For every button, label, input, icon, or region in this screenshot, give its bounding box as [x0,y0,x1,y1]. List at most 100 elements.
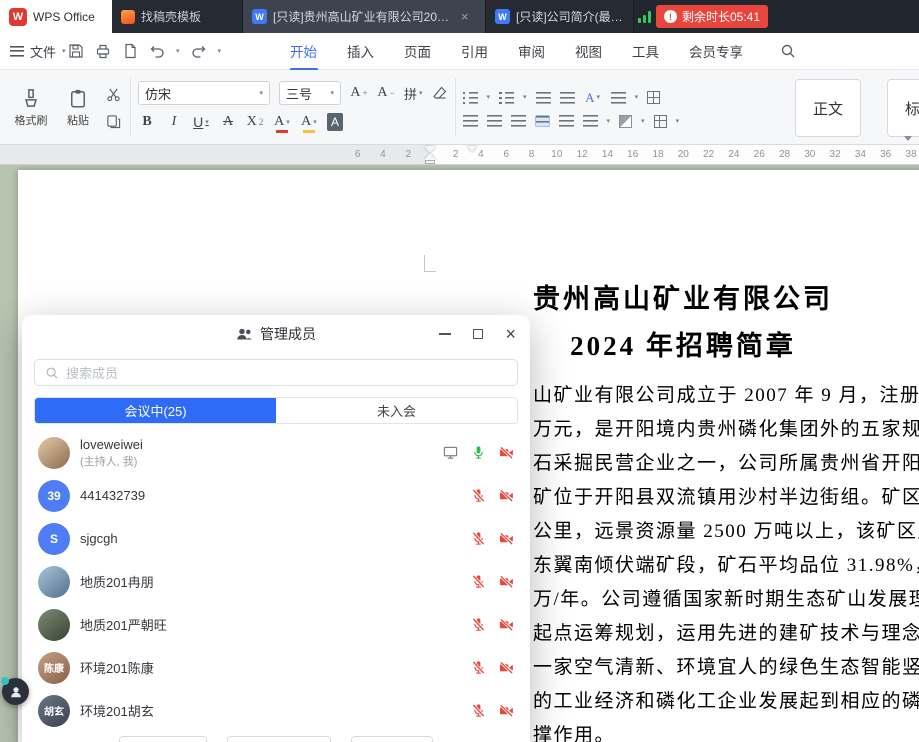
text-effects-button[interactable]: A▾ [584,87,602,109]
distribute-button[interactable] [559,115,574,127]
tab-tools[interactable]: 工具 [630,31,661,71]
underline-button[interactable]: U▾ [192,111,210,133]
cut-icon[interactable] [106,87,121,102]
camera-off-icon[interactable] [499,531,514,546]
increase-indent-button[interactable] [560,92,575,104]
insert-table-icon[interactable] [647,91,660,104]
tab-page[interactable]: 页面 [402,31,433,71]
indent-box-marker[interactable] [425,160,435,164]
numbered-list-dropdown-icon[interactable]: ▾ [523,94,527,101]
mic-off-icon[interactable] [471,660,486,675]
camera-off-icon[interactable] [499,445,514,460]
dialog-footer-button-1[interactable] [119,736,207,742]
text-direction-button[interactable] [611,92,626,104]
dialog-footer-button-2[interactable] [227,736,331,742]
search-icon[interactable] [780,43,796,59]
tab-insert[interactable]: 插入 [345,31,376,71]
style-normal[interactable]: 正文 [795,79,861,137]
tab-start[interactable]: 开始 [288,31,319,71]
shrink-font-button[interactable]: A− [377,82,395,104]
camera-off-icon[interactable] [499,488,514,503]
italic-button[interactable]: I [165,111,183,133]
tab-document-2[interactable]: W [只读]公司简介(最终)... [486,0,634,33]
mic-off-icon[interactable] [471,617,486,632]
align-center-button[interactable] [487,115,502,127]
member-row[interactable]: loveweiwei (主持人, 我) [22,431,530,474]
shading-dropdown-icon[interactable]: ▾ [641,118,645,125]
first-line-indent-marker[interactable] [467,146,477,152]
print-icon[interactable] [95,43,111,59]
member-row[interactable]: 陈康 环境201陈康 [22,646,530,689]
camera-off-icon[interactable] [499,617,514,632]
maximize-icon[interactable] [473,329,483,339]
close-icon[interactable]: × [505,325,516,343]
font-color-button[interactable]: A▾ [273,111,291,133]
clear-format-eraser-icon[interactable] [432,85,448,101]
undo-icon[interactable] [149,43,165,59]
decrease-indent-button[interactable] [536,92,551,104]
undo-dropdown-icon[interactable]: ▾ [176,48,180,55]
line-spacing-dropdown-icon[interactable]: ▾ [607,118,611,125]
pinyin-guide-button[interactable]: 拼▾ [404,82,423,104]
member-row[interactable]: 地质201严朝旺 [22,603,530,646]
mic-off-icon[interactable] [471,703,486,718]
tab-membership[interactable]: 会员专享 [687,31,745,71]
text-direction-dropdown-icon[interactable]: ▾ [635,94,639,101]
tab-document-active[interactable]: W [只读]贵州高山矿业有限公司2024... × [243,0,486,33]
shading-color-button[interactable] [619,115,632,128]
mic-off-icon[interactable] [471,574,486,589]
bullet-list-button[interactable] [463,92,478,104]
align-left-button[interactable] [463,115,478,127]
mic-off-icon[interactable] [471,531,486,546]
camera-off-icon[interactable] [499,703,514,718]
tab-view[interactable]: 视图 [573,31,604,71]
camera-off-icon[interactable] [499,660,514,675]
font-name-select[interactable]: 仿宋 ▾ [138,81,270,105]
horizontal-ruler[interactable]: 642 2468101214161820222426283032343638 [0,145,919,165]
highlight-color-button[interactable]: A▾ [300,111,318,133]
bullet-list-dropdown-icon[interactable]: ▾ [487,94,491,101]
member-row[interactable]: 39 441432739 [22,474,530,517]
close-tab-icon[interactable]: × [461,9,469,24]
tab-wps-home[interactable]: W WPS Office [0,0,112,33]
borders-dropdown-icon[interactable]: ▾ [676,118,680,125]
left-indent-marker[interactable] [424,153,436,160]
collapse-ribbon-icon[interactable] [904,136,912,141]
tab-not-joined[interactable]: 未入会 [276,398,517,423]
tab-reference[interactable]: 引用 [459,31,490,71]
hanging-indent-marker[interactable] [424,146,436,153]
save-icon[interactable] [68,43,84,59]
minimize-icon[interactable] [439,333,451,335]
dialog-titlebar[interactable]: 管理成员 × [22,315,530,353]
numbered-list-button[interactable] [499,92,514,104]
style-heading[interactable]: 标题 [887,79,919,137]
align-justify-button[interactable] [535,115,550,127]
align-right-button[interactable] [511,115,526,127]
member-row[interactable]: 胡玄 环境201胡玄 [22,689,530,732]
tab-template-store[interactable]: 找稿壳模板 [112,0,243,33]
format-painter-button[interactable]: 格式刷 [10,76,52,140]
redo-dropdown-icon[interactable]: ▾ [218,48,222,55]
font-size-select[interactable]: 三号 ▾ [279,81,341,105]
line-spacing-button[interactable] [583,115,598,127]
file-menu[interactable]: 文件 ▾ [10,33,66,69]
redo-icon[interactable] [191,43,207,59]
grow-font-button[interactable]: A+ [350,82,368,104]
tab-in-meeting[interactable]: 会议中(25) [35,398,276,423]
dialog-footer-button-3[interactable] [351,736,433,742]
member-row[interactable]: S sjgcgh [22,517,530,560]
copy-icon[interactable] [106,114,121,129]
mic-on-icon[interactable] [471,445,486,460]
strikethrough-button[interactable]: A [219,111,237,133]
print-preview-icon[interactable] [122,43,138,59]
mic-off-icon[interactable] [471,488,486,503]
tab-review[interactable]: 审阅 [516,31,547,71]
meeting-float-widget[interactable] [2,678,29,705]
camera-off-icon[interactable] [499,574,514,589]
paste-button[interactable]: 粘贴 [57,76,99,140]
borders-button[interactable] [654,115,667,128]
screen-share-icon[interactable] [443,445,458,460]
member-search-input[interactable]: 搜索成员 [34,359,518,386]
character-shading-button[interactable]: A [327,113,343,131]
superscript-button[interactable]: X2 [246,111,264,133]
